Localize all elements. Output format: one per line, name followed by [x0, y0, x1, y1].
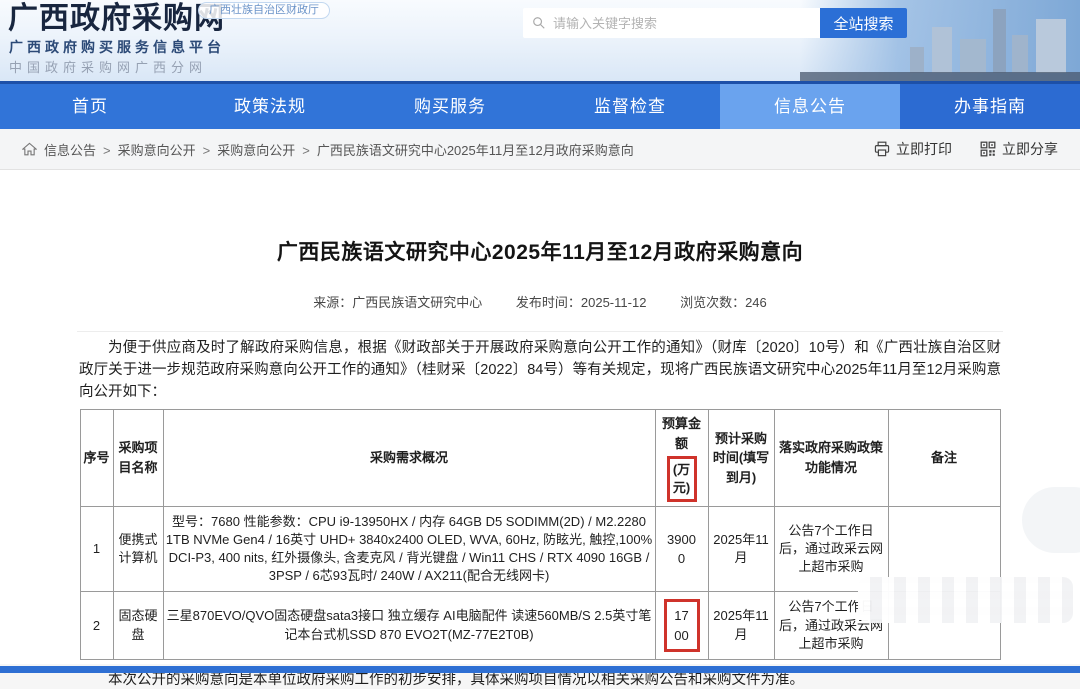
budget-value: 39000: [664, 530, 700, 569]
meta-source: 来源：广西民族语文研究中心: [313, 295, 482, 310]
cell-budget: 1700: [655, 592, 708, 660]
header-no: 序号: [80, 410, 113, 506]
footer-bar: [0, 666, 1080, 673]
page-actions: 立即打印 立即分享: [874, 139, 1058, 159]
breadcrumb-item[interactable]: 信息公告: [44, 143, 96, 158]
header-policy: 落实政府采购政策功能情况: [774, 410, 888, 506]
header-note: 备注: [888, 410, 1000, 506]
header-project-name: 采购项目名称: [113, 410, 163, 506]
header-budget-title: 预算金额: [658, 414, 706, 453]
header-budget: 预算金额 (万元): [655, 410, 708, 506]
site-subtitle: 广西政府购买服务信息平台: [9, 37, 225, 57]
cell-no: 1: [80, 506, 113, 592]
meta-source-value: 广西民族语文研究中心: [352, 295, 482, 310]
breadcrumb-separator: >: [203, 143, 211, 158]
cell-time: 2025年11月: [708, 592, 774, 660]
search-input[interactable]: [523, 8, 820, 38]
nav-item[interactable]: 政策法规: [180, 84, 360, 129]
cell-desc: 型号：7680 性能参数：CPU i9-13950HX / 内存 64GB D5…: [163, 506, 655, 592]
printer-icon: [874, 141, 890, 157]
nav-item-active[interactable]: 信息公告: [720, 84, 900, 129]
breadcrumb-separator: >: [302, 143, 310, 158]
cell-no: 2: [80, 592, 113, 660]
cell-desc: 三星870EVO/QVO固态硬盘sata3接口 独立缓存 AI电脑配件 读速56…: [163, 592, 655, 660]
breadcrumb-bar: 信息公告 > 采购意向公开 > 采购意向公开 > 广西民族语文研究中心2025年11月至12…: [0, 129, 1080, 170]
header-demand-overview: 采购需求概况: [163, 410, 655, 506]
main-nav: 首页政策法规购买服务监督检查信息公告办事指南: [0, 84, 1080, 129]
faint-watermark: [1022, 487, 1080, 553]
mosaic-watermark: [858, 577, 1073, 623]
meta-publish-time: 发布时间：2025-11-12: [516, 295, 647, 310]
site-search: 全站搜索: [523, 8, 907, 38]
cell-name: 便携式计算机: [113, 506, 163, 592]
meta-source-label: 来源：: [313, 295, 352, 310]
authority-badge: 广西壮族自治区财政厅: [198, 2, 330, 19]
breadcrumb: 信息公告 > 采购意向公开 > 采购意向公开 > 广西民族语文研究中心2025年11月至12…: [44, 140, 634, 159]
breadcrumb-separator: >: [103, 143, 111, 158]
share-label: 立即分享: [1002, 139, 1058, 159]
print-button[interactable]: 立即打印: [874, 139, 952, 159]
breadcrumb-item[interactable]: 采购意向公开: [118, 143, 196, 158]
meta-time-label: 发布时间：: [516, 295, 581, 310]
cell-name: 固态硬盘: [113, 592, 163, 660]
share-button[interactable]: 立即分享: [980, 139, 1058, 159]
intro-paragraph: 为便于供应商及时了解政府采购信息，根据《财政部关于开展政府采购意向公开工作的通知…: [79, 338, 1001, 403]
header-expected-time: 预计采购时间(填写到月): [708, 410, 774, 506]
footnote: 本次公开的采购意向是本单位政府采购工作的初步安排，具体采购项目情况以相关采购公告…: [79, 672, 1001, 689]
qr-code-icon: [980, 141, 996, 157]
meta-views: 浏览次数：246: [680, 295, 767, 310]
procurement-table: 序号 采购项目名称 采购需求概况 预算金额 (万元) 预计采购时间(填写到月) …: [80, 409, 1001, 660]
meta-divider: [77, 331, 1003, 332]
nav-item[interactable]: 购买服务: [360, 84, 540, 129]
home-icon[interactable]: [22, 142, 37, 156]
page-title: 广西民族语文研究中心2025年11月至12月政府采购意向: [0, 170, 1080, 266]
budget-unit-annotation-box: (万元): [667, 456, 697, 501]
meta-views-label: 浏览次数：: [680, 295, 745, 310]
nav-item[interactable]: 办事指南: [900, 84, 1080, 129]
cell-time: 2025年11月: [708, 506, 774, 592]
site-logo-title: 广西政府采购网: [8, 0, 225, 37]
budget-value-highlighted: 1700: [664, 599, 700, 652]
site-header: 广西政府采购网 广西壮族自治区财政厅 广西政府购买服务信息平台 中国政府采购网广…: [0, 0, 1080, 84]
nav-item[interactable]: 监督检查: [540, 84, 720, 129]
meta-time-value: 2025-11-12: [581, 295, 647, 310]
breadcrumb-item: 广西民族语文研究中心2025年11月至12月政府采购意向: [317, 143, 634, 158]
cell-budget: 39000: [655, 506, 708, 592]
print-label: 立即打印: [896, 139, 952, 159]
article-meta: 来源：广西民族语文研究中心 发布时间：2025-11-12 浏览次数：246: [0, 292, 1080, 311]
nav-item[interactable]: 首页: [0, 84, 180, 129]
meta-views-value: 246: [745, 295, 767, 310]
site-search-button[interactable]: 全站搜索: [820, 8, 907, 38]
search-icon: [532, 16, 546, 30]
site-subnet: 中国政府采购网广西分网: [9, 57, 207, 76]
table-header-row: 序号 采购项目名称 采购需求概况 预算金额 (万元) 预计采购时间(填写到月) …: [80, 410, 1000, 506]
breadcrumb-item[interactable]: 采购意向公开: [217, 143, 295, 158]
